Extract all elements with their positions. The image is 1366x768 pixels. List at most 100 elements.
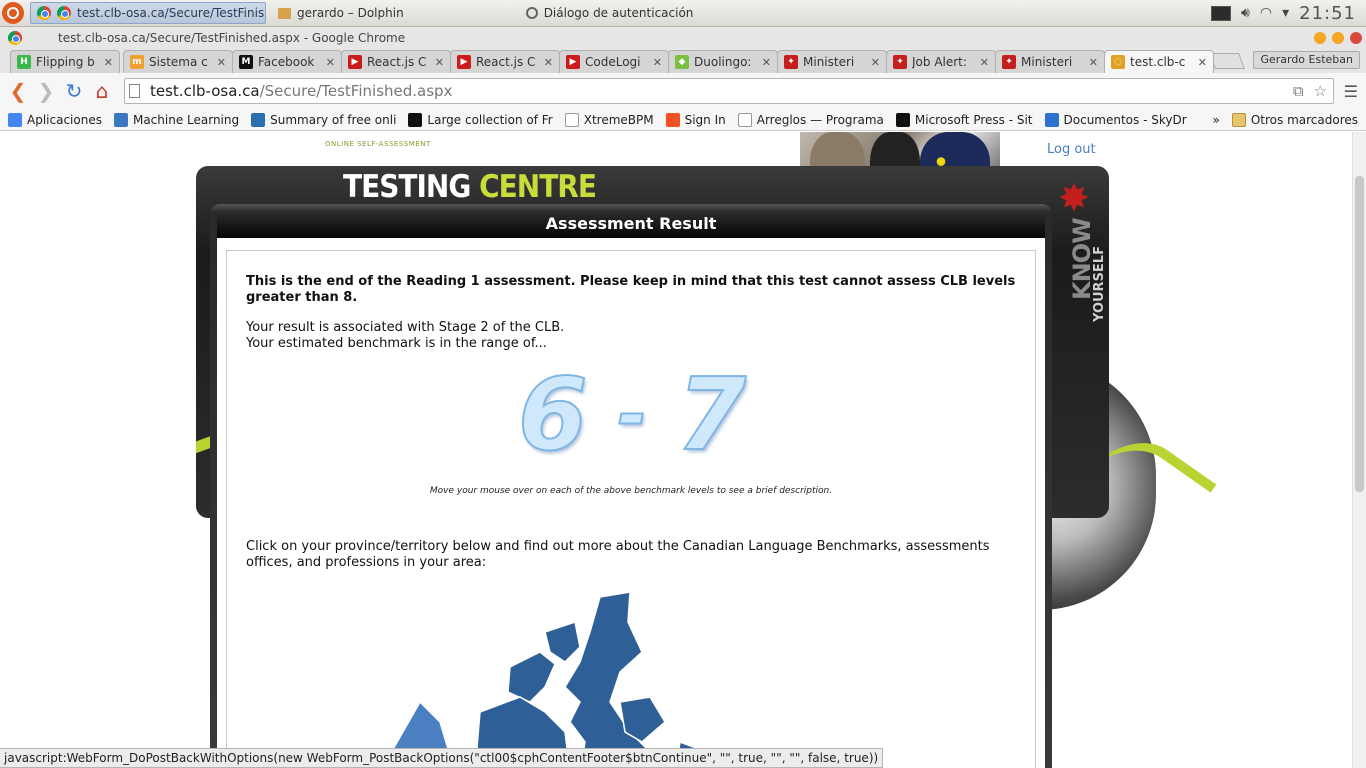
tab-favicon-icon: m: [130, 55, 144, 69]
system-tray: 🔊︎ ◠ ▾ 21:51: [1211, 3, 1366, 24]
terminal-icon[interactable]: [1211, 5, 1232, 21]
tab-label: Duolingo:: [694, 55, 752, 69]
benchmark-level-low[interactable]: 6: [517, 364, 589, 466]
tab-5[interactable]: ▶ CodeLogi ✕: [559, 50, 669, 73]
folder-icon: [1231, 112, 1246, 127]
province-text: Click on your province/territory below a…: [246, 539, 990, 570]
tab-7[interactable]: ✦ Ministeri ✕: [777, 50, 887, 73]
bookmark-item[interactable]: Summary of free onli: [251, 112, 396, 127]
tab-8[interactable]: ✦ Job Alert: ✕: [886, 50, 996, 73]
wifi-icon[interactable]: ◠: [1260, 5, 1272, 21]
status-bubble: javascript:WebForm_DoPostBackWithOptions…: [0, 748, 884, 768]
taskbar-item-dolphin[interactable]: gerardo – Dolphin: [272, 2, 410, 24]
reload-icon[interactable]: ↻: [60, 79, 88, 103]
page-icon: [129, 84, 140, 98]
tab-close-icon[interactable]: ✕: [217, 56, 226, 69]
folder-icon: [278, 7, 291, 19]
tab-favicon-icon: ◆: [675, 55, 689, 69]
hint-text: Move your mouse over on each of the abov…: [429, 486, 833, 496]
minimize-icon[interactable]: [1314, 32, 1326, 44]
tab-label: Facebook: [258, 55, 315, 69]
canada-map[interactable]: [380, 592, 740, 768]
scrollbar-thumb[interactable]: [1355, 176, 1364, 492]
bookmark-item[interactable]: Microsoft Press - Sit: [895, 112, 1033, 127]
tab-0[interactable]: H Flipping b ✕: [10, 50, 120, 73]
star-icon[interactable]: ☆: [1314, 82, 1327, 100]
bookmark-item[interactable]: Sign In: [665, 112, 726, 127]
system-top-panel: test.clb-osa.ca/Secure/TestFinished gera…: [0, 0, 1366, 27]
volume-icon[interactable]: 🔊︎: [1241, 5, 1250, 21]
tab-10[interactable]: ◌ test.clb-c ✕: [1104, 50, 1214, 73]
tab-favicon-icon: ◌: [1111, 55, 1125, 69]
bookmark-item[interactable]: Aplicaciones: [8, 112, 102, 127]
tab-close-icon[interactable]: ✕: [1198, 56, 1207, 69]
vertical-scrollbar[interactable]: [1352, 132, 1366, 768]
taskbar-item-auth-dialog[interactable]: Diálogo de autenticación: [520, 2, 700, 24]
chevron-down-icon[interactable]: ▾: [1282, 5, 1289, 21]
tab-strip: H Flipping b ✕ m Sistema c ✕ M Facebook ✕ ▶ React.…: [0, 49, 1366, 73]
tab-close-icon[interactable]: ✕: [104, 56, 113, 69]
tab-4[interactable]: ▶ React.js C ✕: [450, 50, 560, 73]
tab-3[interactable]: ▶ React.js C ✕: [341, 50, 451, 73]
tab-2[interactable]: M Facebook ✕: [232, 50, 342, 73]
new-tab-button[interactable]: [1209, 53, 1245, 69]
key-icon: [525, 7, 538, 19]
tab-close-icon[interactable]: ✕: [1089, 56, 1098, 69]
bookmark-item[interactable]: Documentos - SkyDr: [1044, 112, 1187, 127]
benchmark-level-high[interactable]: 7: [676, 364, 748, 466]
chrome-icon: [57, 6, 71, 20]
bookmark-favicon-icon: [665, 112, 680, 127]
tab-close-icon[interactable]: ✕: [871, 56, 880, 69]
home-icon[interactable]: ⌂: [88, 79, 116, 103]
tab-label: Sistema c: [149, 55, 208, 69]
back-arrow-icon[interactable]: ❮: [4, 79, 32, 103]
tab-close-icon[interactable]: ✕: [544, 56, 553, 69]
benchmark-dash: -: [617, 373, 648, 457]
tab-9[interactable]: ✦ Ministeri ✕: [995, 50, 1105, 73]
intro-text: This is the end of the Reading 1 assessm…: [246, 274, 1016, 305]
tab-favicon-icon: M: [239, 55, 253, 69]
tab-6[interactable]: ◆ Duolingo: ✕: [668, 50, 778, 73]
osa-tagline: ONLINE SELF-ASSESSMENT: [325, 140, 431, 148]
taskbar-item-label: Diálogo de autenticación: [543, 6, 694, 20]
tab-label: test.clb-c: [1130, 55, 1186, 69]
ubuntu-logo-icon[interactable]: [2, 2, 24, 24]
tab-label: React.js C: [476, 55, 536, 69]
tab-favicon-icon: ✦: [893, 55, 907, 69]
tab-label: Job Alert:: [912, 55, 967, 69]
tab-close-icon[interactable]: ✕: [435, 56, 444, 69]
map-region-nunavut: [564, 592, 651, 768]
bookmark-item[interactable]: Machine Learning: [113, 112, 239, 127]
taskbar-item-label: gerardo – Dolphin: [297, 6, 404, 20]
close-icon[interactable]: [1350, 32, 1362, 44]
bookmark-item[interactable]: Large collection of Fr: [408, 112, 553, 127]
menu-icon[interactable]: ☰: [1344, 82, 1358, 101]
bookmark-favicon-icon: [113, 112, 128, 127]
bookmark-other[interactable]: Otros marcadores: [1231, 112, 1358, 127]
translate-icon[interactable]: ⧉: [1293, 82, 1304, 100]
bookmark-label: Otros marcadores: [1250, 112, 1358, 127]
maximize-icon[interactable]: [1332, 32, 1344, 44]
tab-close-icon[interactable]: ✕: [762, 56, 771, 69]
bookmarks-overflow-button[interactable]: »: [1213, 113, 1220, 127]
address-bar[interactable]: test.clb-osa.ca/Secure/TestFinished.aspx…: [124, 78, 1334, 104]
logout-link[interactable]: Log out: [1047, 142, 1096, 157]
profile-button[interactable]: Gerardo Esteban: [1253, 51, 1360, 69]
tab-favicon-icon: ✦: [784, 55, 798, 69]
tab-close-icon[interactable]: ✕: [326, 56, 335, 69]
tab-close-icon[interactable]: ✕: [980, 56, 989, 69]
bookmark-item[interactable]: XtremeBPM: [564, 112, 654, 127]
clock[interactable]: 21:51: [1299, 3, 1356, 24]
tab-favicon-icon: ▶: [348, 55, 362, 69]
bookmark-label: Arreglos — Programa: [756, 112, 884, 127]
tab-1[interactable]: m Sistema c ✕: [123, 50, 233, 73]
bookmark-item[interactable]: Arreglos — Programa: [737, 112, 884, 127]
taskbar-item-chrome[interactable]: test.clb-osa.ca/Secure/TestFinished: [30, 2, 266, 24]
bookmark-label: Microsoft Press - Sit: [914, 112, 1033, 127]
tab-close-icon[interactable]: ✕: [653, 56, 662, 69]
forward-arrow-icon[interactable]: ❯: [32, 79, 60, 103]
url-path: /Secure/TestFinished.aspx: [259, 82, 453, 100]
window-title: test.clb-osa.ca/Secure/TestFinished.aspx…: [58, 31, 406, 45]
map-region-arctic-islands: [544, 621, 581, 663]
tab-label: React.js C: [367, 55, 427, 69]
